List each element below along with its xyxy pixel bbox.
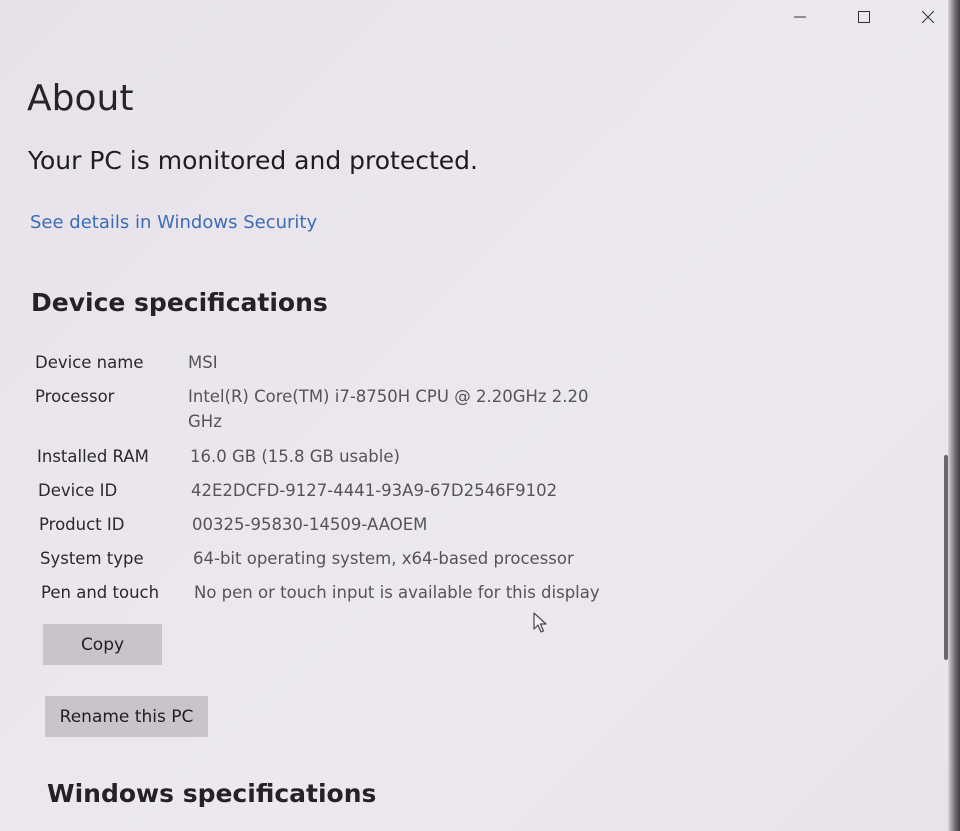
- spec-label: Device name: [35, 353, 144, 372]
- minimize-icon: [794, 11, 806, 23]
- protection-status: Your PC is monitored and protected.: [28, 146, 478, 175]
- screen-bezel-edge: [948, 0, 960, 831]
- spec-value: 16.0 GB (15.8 GB usable): [190, 447, 400, 466]
- spec-label: Product ID: [39, 515, 125, 534]
- maximize-icon: [858, 11, 870, 23]
- window-controls: [768, 0, 960, 34]
- spec-label: Pen and touch: [41, 583, 160, 602]
- spec-label: Installed RAM: [37, 447, 149, 466]
- rename-pc-button[interactable]: Rename this PC: [45, 696, 208, 737]
- spec-row-product-id: Product ID 00325-95830-14509-AAOEM: [39, 512, 639, 546]
- spec-row-system-type: System type 64-bit operating system, x64…: [40, 546, 640, 580]
- spec-value: 00325-95830-14509-AAOEM: [192, 515, 428, 534]
- minimize-button[interactable]: [768, 0, 832, 34]
- spec-value: No pen or touch input is available for t…: [194, 583, 600, 602]
- spec-row-installed-ram: Installed RAM 16.0 GB (15.8 GB usable): [37, 444, 637, 478]
- windows-specifications-heading: Windows specifications: [47, 779, 377, 808]
- close-icon: [922, 11, 934, 23]
- maximize-button[interactable]: [832, 0, 896, 34]
- windows-security-link[interactable]: See details in Windows Security: [30, 212, 317, 233]
- spec-row-pen-and-touch: Pen and touch No pen or touch input is a…: [41, 580, 641, 614]
- spec-row-device-id: Device ID 42E2DCFD-9127-4441-93A9-67D254…: [38, 478, 638, 512]
- spec-value: 42E2DCFD-9127-4441-93A9-67D2546F9102: [191, 481, 558, 500]
- settings-window: About Your PC is monitored and protected…: [0, 0, 960, 831]
- page-title: About: [27, 78, 134, 119]
- copy-button[interactable]: Copy: [43, 624, 162, 665]
- spec-row-device-name: Device name MSI: [35, 350, 635, 384]
- spec-row-processor: Processor Intel(R) Core(TM) i7-8750H CPU…: [35, 384, 635, 444]
- spec-value: MSI: [188, 353, 218, 372]
- device-specifications-heading: Device specifications: [31, 288, 328, 317]
- spec-value: 64-bit operating system, x64-based proce…: [193, 549, 574, 568]
- mouse-pointer-icon: [533, 612, 549, 638]
- device-specifications-list: Device name MSI Processor Intel(R) Core(…: [35, 350, 635, 614]
- spec-label: System type: [40, 549, 144, 568]
- spec-label: Device ID: [38, 481, 118, 500]
- spec-label: Processor: [35, 387, 115, 406]
- spec-value: Intel(R) Core(TM) i7-8750H CPU @ 2.20GHz…: [188, 387, 589, 431]
